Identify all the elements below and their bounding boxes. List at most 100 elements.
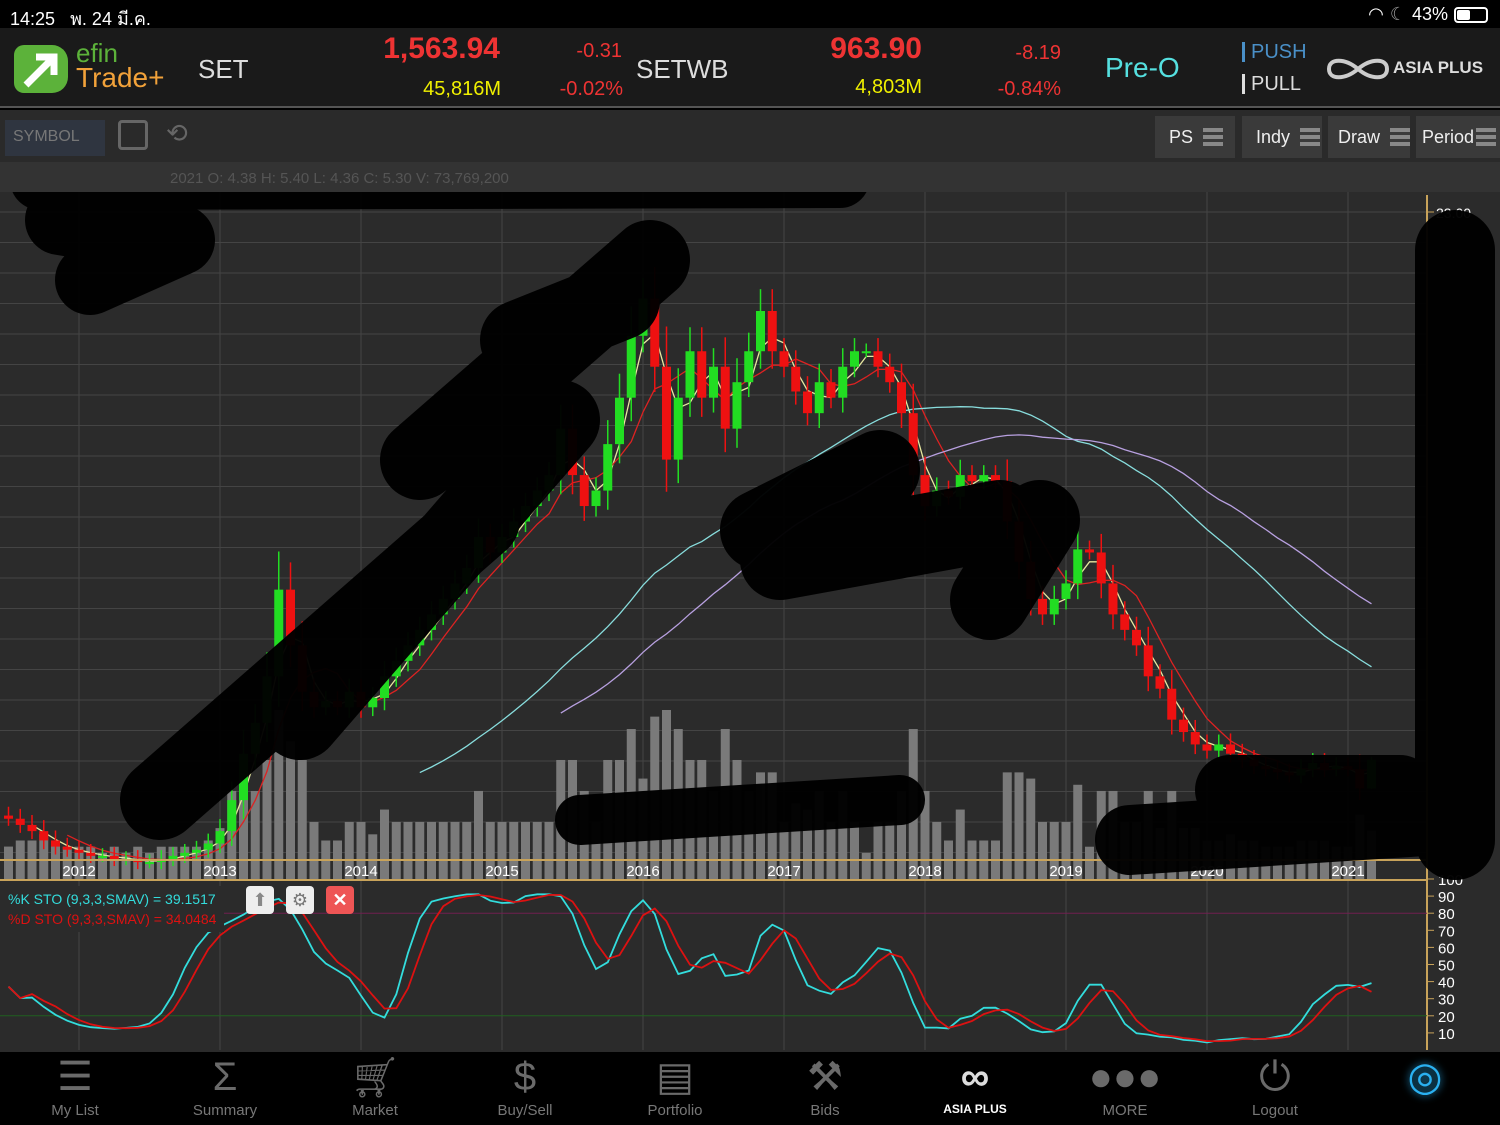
- arrow-up-icon: ⬆: [252, 889, 268, 910]
- volume-bar: [850, 821, 859, 880]
- candle-down: [1167, 688, 1177, 720]
- nav-summary[interactable]: Σ Summary: [150, 1052, 300, 1125]
- close-icon: ✕: [332, 889, 348, 910]
- setwb-value: 963.90: [830, 32, 922, 65]
- volume-bar: [474, 790, 483, 880]
- volume-bar: [1002, 772, 1012, 880]
- candle-down: [1120, 614, 1130, 630]
- candle-up: [744, 351, 754, 383]
- setwb-change: -8.19: [1015, 42, 1061, 64]
- candle-down: [1085, 549, 1094, 553]
- status-bar: 14:25 พ. 24 มี.ค. ◠ ☾ 43%: [0, 0, 1500, 29]
- indy-button[interactable]: Indy: [1242, 116, 1322, 158]
- candle-down: [873, 351, 883, 367]
- nav-asia-plus[interactable]: ∞ ASIA PLUS: [900, 1052, 1050, 1125]
- power-icon: ⏻: [1259, 1054, 1291, 1099]
- volume-bar: [532, 821, 542, 880]
- nav-label: Buy/Sell: [497, 1102, 553, 1119]
- candle-down: [1143, 645, 1153, 677]
- swirl-logo-icon: ◎: [1407, 1055, 1443, 1099]
- stoch-tick-label: 20: [1438, 1009, 1455, 1026]
- nav-label: My List: [51, 1102, 99, 1119]
- nav-my-list[interactable]: ☰ My List: [0, 1052, 150, 1125]
- nav-label: ASIA PLUS: [943, 1102, 1007, 1116]
- gear-icon: ⚙: [291, 889, 309, 910]
- index-name-set[interactable]: SET: [198, 54, 249, 85]
- candle-down: [1226, 744, 1235, 754]
- push-toggle[interactable]: PUSH: [1242, 42, 1307, 62]
- volume-bar: [438, 821, 448, 880]
- move-up-button[interactable]: ⬆: [246, 886, 274, 914]
- settings-button[interactable]: ⚙: [286, 886, 314, 914]
- candle-down: [885, 366, 895, 383]
- price-chart[interactable]: 2012 2013 2014 2015 2016 2017 2018 2019 2020 2021…: [0, 192, 1500, 1052]
- broker-name: ASIA PLUS: [1393, 58, 1484, 77]
- stoch-tick-label: 60: [1438, 940, 1455, 957]
- volume-bar: [955, 809, 965, 880]
- x-tick-label: 2021: [1331, 863, 1364, 880]
- volume-bar: [462, 821, 472, 880]
- set-value: 1,563.94: [383, 32, 500, 65]
- candle-down: [1108, 583, 1118, 615]
- nav-bids[interactable]: ⚒ Bids: [750, 1052, 900, 1125]
- candle-down: [1190, 732, 1200, 745]
- candle-up: [603, 444, 613, 491]
- index-name-setwb[interactable]: SETWB: [636, 54, 728, 85]
- candle-up: [1214, 744, 1224, 751]
- d-sto-label: %D STO (9,3,3,SMAV) = 34.0484: [8, 911, 217, 927]
- candle-up: [1073, 549, 1083, 584]
- list-icon: ☰: [57, 1055, 93, 1099]
- candle-down: [1179, 719, 1188, 733]
- app-spinner-button[interactable]: ◎: [1350, 1052, 1500, 1125]
- volume-bar: [873, 821, 883, 880]
- volume-bar: [1026, 778, 1036, 880]
- document-icon: ▤: [656, 1055, 694, 1099]
- candle-up: [756, 310, 765, 352]
- volume-bar: [297, 759, 307, 880]
- date: พ. 24 มี.ค.: [70, 9, 151, 29]
- nav-portfolio[interactable]: ▤ Portfolio: [600, 1052, 750, 1125]
- status-right: ◠ ☾ 43%: [1368, 4, 1488, 25]
- ps-button[interactable]: PS: [1155, 116, 1235, 158]
- calendar-icon[interactable]: [118, 120, 148, 150]
- volume-bar: [521, 821, 530, 880]
- period-button[interactable]: Period: [1416, 116, 1500, 158]
- nav-market[interactable]: 🛒︎ Market: [300, 1052, 450, 1125]
- candle-down: [720, 366, 730, 429]
- nav-more[interactable]: ●●● MORE: [1050, 1052, 1200, 1125]
- volume-bar: [415, 821, 425, 880]
- candle-down: [86, 852, 96, 856]
- candle-down: [803, 391, 812, 414]
- wifi-icon: ◠: [1368, 4, 1384, 24]
- menu-icon: [1476, 128, 1497, 146]
- exchange-dollar-icon: $: [513, 1054, 537, 1099]
- candle-up: [215, 831, 225, 844]
- candle-down: [1038, 598, 1047, 615]
- k-sto-label: %K STO (9,3,3,SMAV) = 39.1517: [8, 891, 216, 907]
- stoch-tick-label: 80: [1438, 906, 1455, 923]
- pull-toggle[interactable]: PULL: [1242, 74, 1301, 94]
- candle-up: [98, 855, 107, 858]
- candle-down: [1202, 744, 1212, 751]
- nav-buy-sell[interactable]: $ Buy/Sell: [450, 1052, 600, 1125]
- volume-bar: [250, 790, 260, 880]
- setwb-percent: -0.84%: [997, 78, 1061, 100]
- stoch-tick-label: 10: [1438, 1026, 1455, 1043]
- symbol-input[interactable]: SYMBOL: [5, 120, 105, 156]
- candle-down: [15, 818, 25, 825]
- nav-logout[interactable]: ⏻ Logout: [1200, 1052, 1350, 1125]
- draw-button[interactable]: Draw: [1328, 116, 1410, 158]
- volume-bar: [544, 821, 554, 880]
- indy-label: Indy: [1256, 126, 1291, 147]
- ps-label: PS: [1169, 126, 1194, 147]
- volume-bar: [403, 821, 413, 880]
- candle-up: [180, 852, 190, 856]
- refresh-icon[interactable]: ⟲: [166, 118, 188, 149]
- remove-indicator-button[interactable]: ✕: [326, 886, 354, 914]
- volume-bar: [450, 821, 460, 880]
- period-label: Period: [1422, 126, 1475, 147]
- candle-down: [1155, 676, 1165, 689]
- market-session: Pre-O: [1105, 52, 1180, 83]
- battery-percent: 43%: [1411, 4, 1448, 24]
- nav-label: Bids: [810, 1102, 840, 1119]
